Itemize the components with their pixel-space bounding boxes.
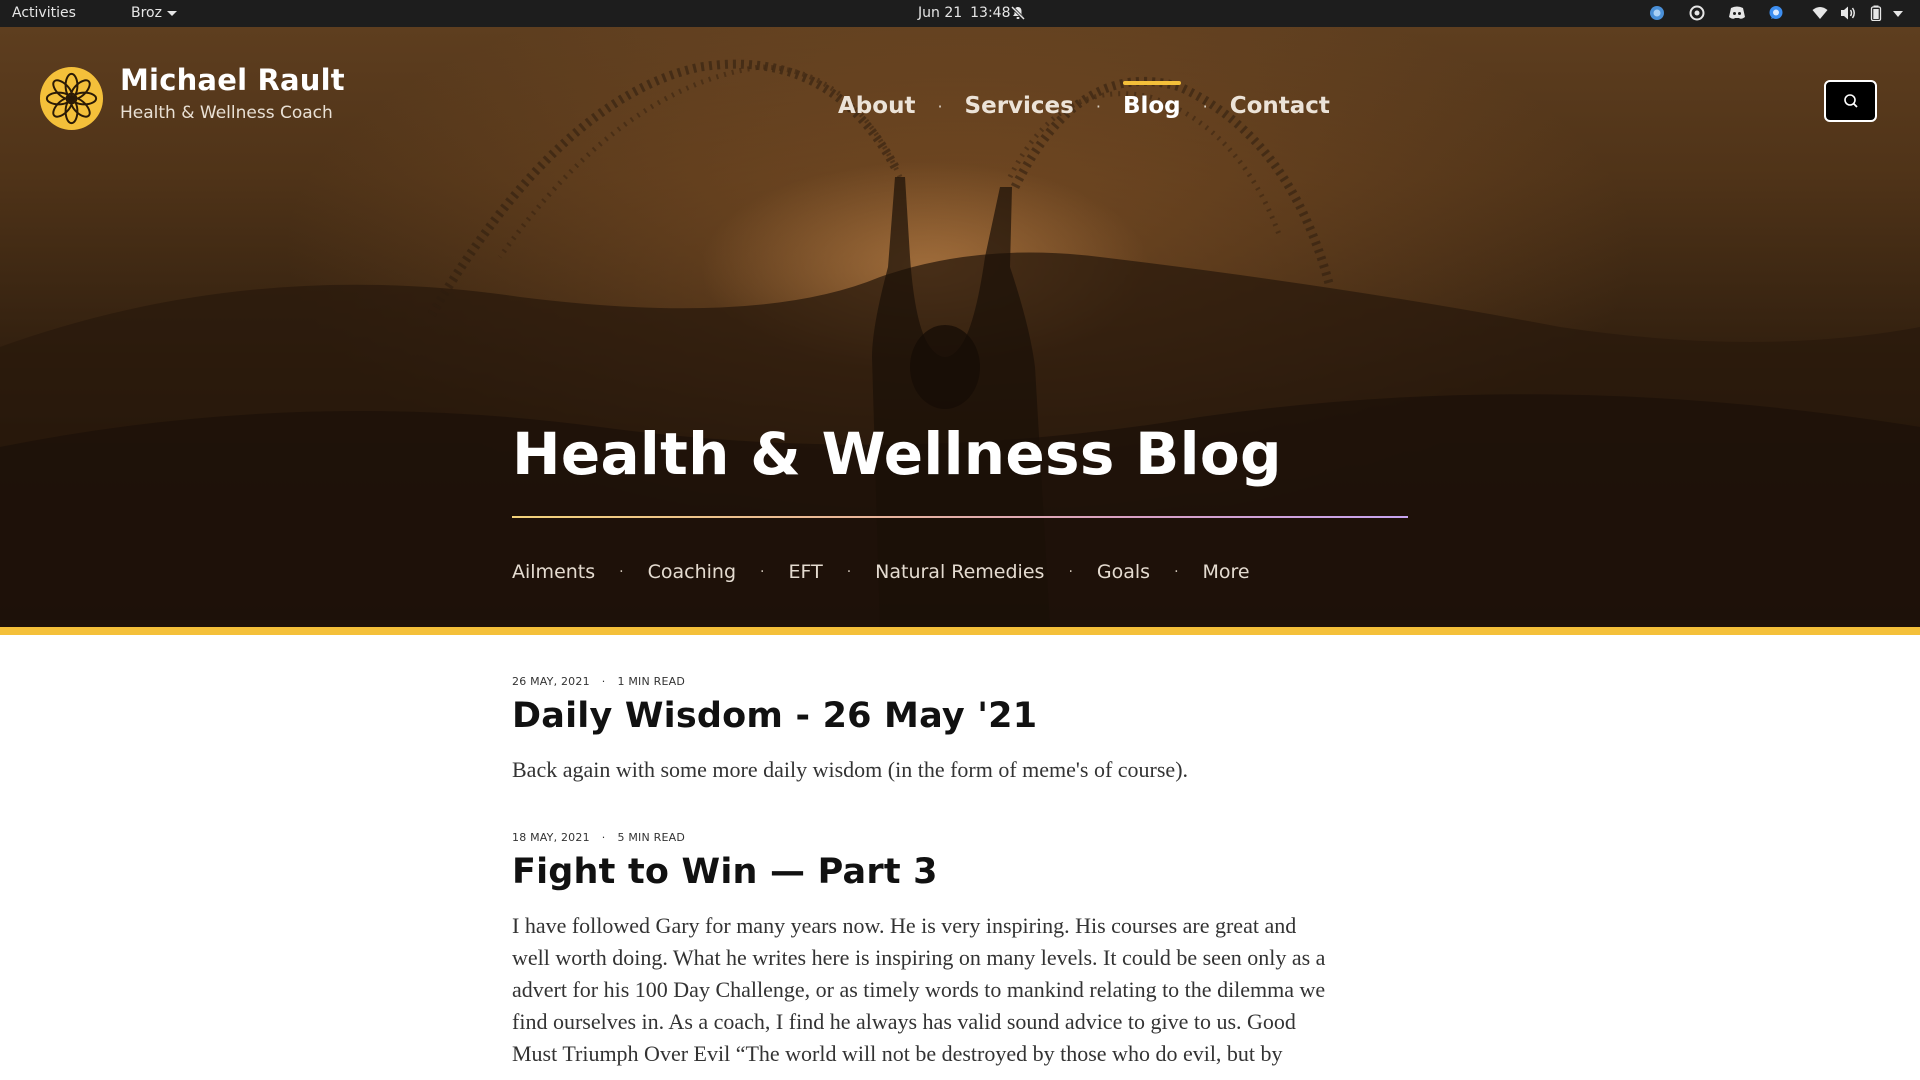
battery-icon[interactable]: [1870, 5, 1882, 21]
post-meta: 18 MAY, 2021 · 5 MIN READ: [512, 831, 1412, 844]
chevron-down-icon: [166, 10, 177, 16]
circle-tray-icon[interactable]: [1689, 5, 1705, 21]
nav-item-contact[interactable]: Contact: [1230, 83, 1330, 119]
category-separator: ·: [619, 564, 624, 580]
post-title[interactable]: Fight to Win — Part 3: [512, 852, 1412, 892]
title-divider: [512, 516, 1408, 518]
app-menu-label: Broz: [131, 5, 162, 21]
post-read-time: 1 MIN READ: [617, 675, 686, 688]
discord-tray-icon[interactable]: [1728, 5, 1746, 21]
post-read-time: 5 MIN READ: [617, 831, 686, 844]
category-separator: ·: [1068, 564, 1073, 580]
excerpt-line: Must Triumph Over Evil “The world will n…: [512, 1041, 1283, 1066]
system-menu-caret-icon[interactable]: [1893, 11, 1903, 27]
post-meta: 26 MAY, 2021 · 1 MIN READ: [512, 675, 1412, 688]
excerpt-line: I have followed Gary for many years now.…: [512, 913, 1297, 938]
nav-item-services[interactable]: Services: [965, 83, 1074, 119]
site-tagline: Health & Wellness Coach: [120, 103, 333, 123]
search-button[interactable]: [1824, 80, 1877, 122]
nav-item-blog[interactable]: Blog: [1122, 81, 1181, 119]
wifi-icon[interactable]: [1812, 5, 1828, 21]
post-date: 26 MAY, 2021: [512, 675, 590, 688]
hero-banner: Michael Rault Health & Wellness Coach Ab…: [0, 27, 1920, 627]
hero-accent-bar: [0, 627, 1920, 635]
nav-separator: ·: [1095, 96, 1101, 116]
meta-separator: ·: [601, 831, 606, 844]
category-eft[interactable]: EFT: [788, 561, 822, 583]
nav-separator: ·: [937, 96, 943, 116]
category-ailments[interactable]: Ailments: [512, 561, 595, 583]
clock[interactable]: Jun 21 13:48: [918, 5, 1011, 21]
post-card: 26 MAY, 2021 · 1 MIN READ Daily Wisdom -…: [512, 675, 1412, 786]
site-name[interactable]: Michael Rault: [120, 63, 345, 97]
meta-separator: ·: [601, 675, 606, 688]
category-separator: ·: [760, 564, 765, 580]
search-icon: [1843, 94, 1858, 108]
clock-date: Jun 21: [918, 5, 963, 21]
chat-tray-icon[interactable]: [1768, 5, 1784, 21]
post-excerpt: Back again with some more daily wisdom (…: [512, 757, 1189, 782]
flower-logo-icon[interactable]: [39, 66, 104, 131]
post-excerpt: I have followed Gary for many years now.…: [512, 910, 1412, 1070]
app-menu[interactable]: Broz: [131, 5, 177, 21]
category-separator: ·: [1174, 564, 1179, 580]
post-title[interactable]: Daily Wisdom - 26 May '21: [512, 696, 1412, 736]
clock-time: 13:48: [970, 5, 1011, 21]
browser-tray-icon[interactable]: [1649, 5, 1665, 21]
system-top-bar: Activities Broz Jun 21 13:48: [0, 0, 1920, 27]
category-separator: ·: [846, 564, 852, 580]
category-more[interactable]: More: [1203, 561, 1250, 583]
nav-item-about[interactable]: About: [838, 83, 915, 119]
category-natural-remedies[interactable]: Natural Remedies: [875, 561, 1044, 583]
post-date: 18 MAY, 2021: [512, 831, 590, 844]
category-goals[interactable]: Goals: [1097, 561, 1150, 583]
volume-icon[interactable]: [1840, 5, 1858, 21]
post-card: 18 MAY, 2021 · 5 MIN READ Fight to Win —…: [512, 831, 1412, 1070]
nav-separator: ·: [1202, 96, 1208, 116]
page-title: Health & Wellness Blog: [512, 420, 1282, 488]
bell-muted-icon: [1010, 5, 1026, 21]
excerpt-line: find ourselves in. As a coach, I find he…: [512, 1009, 1296, 1034]
main-nav: About · Services · Blog · Contact: [838, 81, 1330, 119]
excerpt-line: well worth doing. What he writes here is…: [512, 945, 1326, 970]
excerpt-line: advert for his 100 Day Challenge, or as …: [512, 977, 1326, 1002]
category-coaching[interactable]: Coaching: [648, 561, 736, 583]
activities-button[interactable]: Activities: [12, 5, 76, 21]
category-nav: Ailments · Coaching · EFT · Natural Reme…: [512, 561, 1250, 583]
